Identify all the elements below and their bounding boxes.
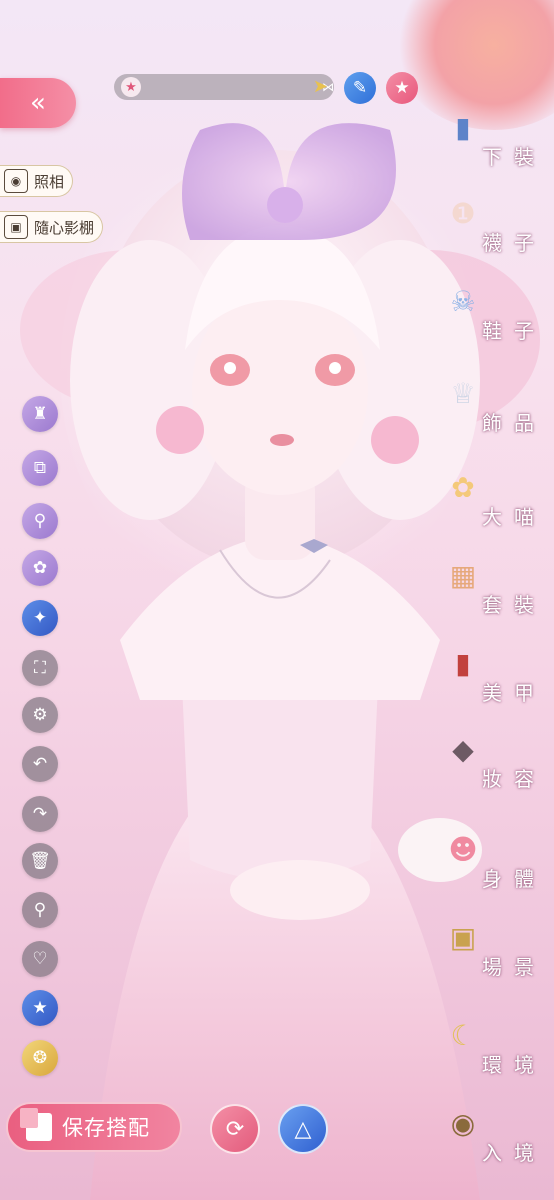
- redo-tool-button[interactable]: ↷: [22, 796, 58, 832]
- settings-tool-button[interactable]: ⚙: [22, 697, 58, 733]
- star-badge-icon: ★: [32, 998, 48, 1018]
- category-label: 下裝: [482, 145, 546, 169]
- layers-icon: ⧉: [33, 458, 47, 478]
- heart-icon: ♡: [32, 949, 48, 969]
- back-button[interactable]: «: [0, 78, 76, 128]
- shoe-icon: ☠: [450, 284, 476, 318]
- category-makeup[interactable]: ◆ 妝容: [426, 726, 546, 796]
- star-badge-tool-button[interactable]: ★: [22, 990, 58, 1026]
- studio-label: 隨心影棚: [34, 218, 95, 237]
- star-burst-tool-button[interactable]: ✦: [22, 600, 58, 636]
- settings-icon: ⚙: [32, 705, 48, 725]
- scene-frame-icon: ▣: [449, 920, 477, 954]
- arrow-right-icon: ➤: [312, 76, 328, 97]
- undo-tool-button[interactable]: ↶: [22, 746, 58, 782]
- fullscreen-icon: ⛶: [34, 658, 46, 678]
- photo-button[interactable]: ◉ 照相: [0, 165, 74, 197]
- body-figure-icon: ☻: [448, 832, 478, 866]
- makeup-palette-icon: ◆: [452, 732, 474, 766]
- cat-icon: ✿: [451, 470, 475, 504]
- category-scene[interactable]: ▣ 場景: [426, 914, 546, 984]
- search-user-tool-button[interactable]: ⚲: [22, 503, 58, 539]
- pencil-icon: ✎: [352, 78, 368, 98]
- dress-outfit-button[interactable]: △: [278, 1104, 328, 1154]
- category-outfit-set[interactable]: ▦ 套裝: [426, 552, 546, 622]
- category-label: 環境: [482, 1053, 546, 1077]
- category-label: 大喵: [482, 505, 546, 529]
- camera-icon: ◉: [4, 169, 28, 193]
- category-environment[interactable]: ☾ 環境: [426, 1012, 546, 1082]
- category-label: 套裝: [482, 593, 546, 617]
- figure-tool-button[interactable]: ♜: [22, 396, 58, 432]
- double-chevron-left-icon: «: [30, 88, 46, 118]
- category-accessories[interactable]: ♕ 飾品: [426, 370, 546, 440]
- portal-icon: ◉: [450, 1106, 476, 1140]
- category-label: 妝容: [482, 767, 546, 791]
- save-outfit-label: 保存搭配: [62, 1116, 150, 1140]
- tiara-icon: ♕: [450, 376, 476, 410]
- rotate-figure-icon: ⟳: [225, 1116, 245, 1142]
- save-outfit-button[interactable]: 保存搭配: [6, 1102, 182, 1152]
- category-body[interactable]: ☻ 身體: [426, 826, 546, 896]
- category-label: 飾品: [482, 411, 546, 435]
- star-burst-icon: ✦: [32, 608, 48, 628]
- nail-polish-icon: ▮: [455, 646, 471, 680]
- category-nails[interactable]: ▮ 美甲: [426, 640, 546, 710]
- jeans-icon: ▮: [455, 110, 471, 144]
- redo-icon: ↷: [32, 804, 48, 824]
- palette-tool-button[interactable]: ✿: [22, 550, 58, 586]
- undo-icon: ↶: [32, 754, 48, 774]
- photo-label: 照相: [34, 172, 65, 191]
- star-icon: ★: [121, 77, 141, 97]
- category-label: 美甲: [482, 681, 546, 705]
- palette-icon: ✿: [32, 558, 48, 578]
- trash-tool-button[interactable]: 🗑: [22, 843, 58, 879]
- fullscreen-tool-button[interactable]: ⛶: [22, 650, 58, 686]
- search-user-icon: ⚲: [33, 511, 47, 531]
- studio-button[interactable]: ▣ 隨心影棚: [0, 211, 104, 243]
- socks-icon: ❶: [450, 196, 476, 230]
- trash-icon: 🗑: [29, 851, 51, 871]
- category-shoes[interactable]: ☠ 鞋子: [426, 278, 546, 348]
- layers-tool-button[interactable]: ⧉: [22, 450, 58, 486]
- heart-tool-button[interactable]: ♡: [22, 941, 58, 977]
- box-icon: ▣: [4, 215, 28, 239]
- cat-fox-icon: ❂: [32, 1048, 48, 1068]
- figure-icon: ♜: [32, 404, 48, 424]
- pencil-button[interactable]: ✎: [344, 72, 376, 104]
- search-tool-button[interactable]: ⚲: [22, 892, 58, 928]
- category-label: 場景: [482, 955, 546, 979]
- search-icon: ⚲: [33, 900, 47, 920]
- progress-bar: ★ ⋈ ➤: [114, 74, 334, 100]
- category-bottoms[interactable]: ▮ 下裝: [426, 104, 546, 174]
- category-portal[interactable]: ◉ 入境: [426, 1100, 546, 1170]
- star-button[interactable]: ★: [386, 72, 418, 104]
- cat-fox-tool-button[interactable]: ❂: [22, 1040, 58, 1076]
- category-label: 入境: [482, 1141, 546, 1165]
- category-label: 身體: [482, 867, 546, 891]
- star-icon: ★: [394, 78, 410, 98]
- category-label: 鞋子: [482, 319, 546, 343]
- outfit-set-icon: ▦: [449, 558, 477, 592]
- category-socks[interactable]: ❶ 襪子: [426, 190, 546, 260]
- rotate-figure-button[interactable]: ⟳: [210, 1104, 260, 1154]
- game-scene: « ★ ⋈ ➤ ✎ ★ ◉ 照相 ▣ 隨心影棚 ♜ ⧉ ⚲ ✿ ✦ ⛶ ⚙ ↶ …: [0, 0, 554, 1200]
- save-outfit-icon: [20, 1108, 52, 1141]
- moon-environment-icon: ☾: [450, 1018, 476, 1052]
- dress-outfit-icon: △: [294, 1116, 312, 1142]
- category-label: 襪子: [482, 231, 546, 255]
- category-big-cat[interactable]: ✿ 大喵: [426, 464, 546, 534]
